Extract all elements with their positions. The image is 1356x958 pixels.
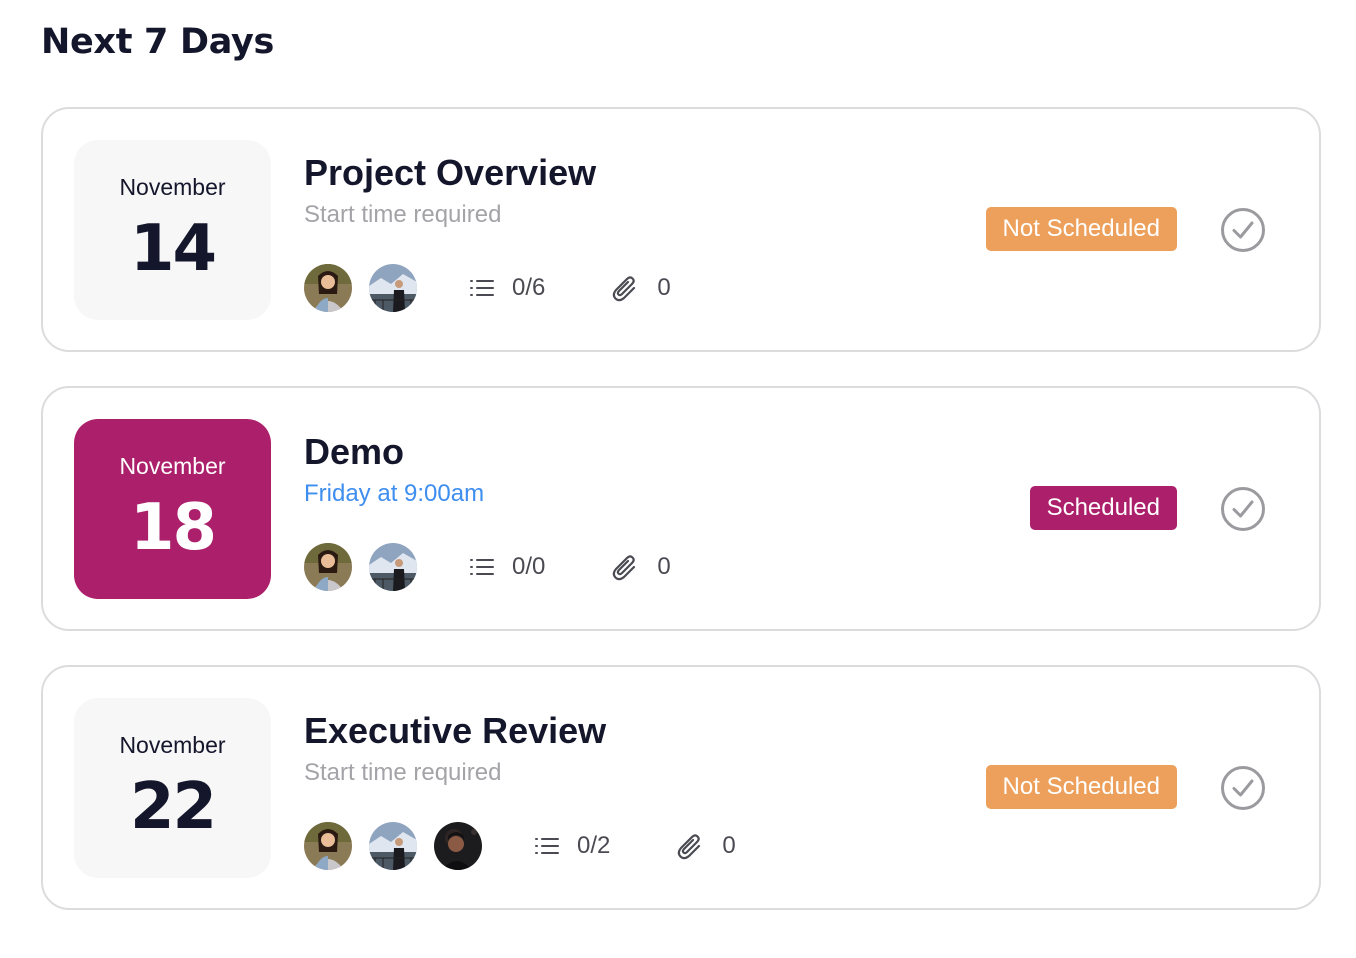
avatar[interactable]: [304, 543, 352, 591]
avatar[interactable]: [304, 264, 352, 312]
event-start-time: Start time required: [304, 759, 502, 786]
event-card[interactable]: November 22 Executive Review Start time …: [41, 665, 1321, 910]
date-day: 22: [129, 770, 217, 844]
checklist-icon: [470, 557, 494, 577]
event-meta-row: 0/0 0: [304, 541, 671, 593]
date-month: November: [119, 732, 226, 758]
checklist-count: 0/6: [470, 274, 545, 302]
attachment-value: 0: [722, 832, 736, 859]
date-tile: November 14: [74, 140, 271, 320]
event-title[interactable]: Executive Review: [304, 710, 606, 752]
date-month: November: [119, 453, 226, 479]
paperclip-icon: [611, 553, 639, 581]
paperclip-icon: [676, 832, 704, 860]
avatar[interactable]: [369, 264, 417, 312]
attachment-value: 0: [657, 553, 671, 580]
date-tile: November 18: [74, 419, 271, 599]
paperclip-icon: [611, 274, 639, 302]
event-list: November 14 Project Overview Start time …: [41, 107, 1321, 944]
event-card[interactable]: November 18 Demo Friday at 9:00am 0/0 0 …: [41, 386, 1321, 631]
attachment-count: 0: [676, 832, 736, 860]
date-day: 18: [129, 491, 217, 565]
status-badge[interactable]: Scheduled: [1029, 486, 1177, 530]
attachment-value: 0: [657, 274, 671, 301]
status-badge[interactable]: Not Scheduled: [985, 207, 1177, 251]
checklist-value: 0/0: [512, 553, 546, 580]
check-circle-icon: [1221, 487, 1265, 531]
mark-complete-button[interactable]: [1220, 207, 1266, 253]
mark-complete-button[interactable]: [1220, 765, 1266, 811]
avatar[interactable]: [304, 822, 352, 870]
avatar[interactable]: [369, 543, 417, 591]
event-card[interactable]: November 14 Project Overview Start time …: [41, 107, 1321, 352]
page-title: Next 7 Days: [41, 22, 275, 62]
date-month: November: [119, 174, 226, 200]
checklist-count: 0/2: [535, 832, 610, 860]
check-circle-icon: [1221, 208, 1265, 252]
mark-complete-button[interactable]: [1220, 486, 1266, 532]
date-day: 14: [129, 212, 217, 286]
checklist-value: 0/2: [577, 832, 611, 859]
avatar[interactable]: [434, 822, 482, 870]
date-tile: November 22: [74, 698, 271, 878]
checklist-icon: [535, 836, 559, 856]
avatar[interactable]: [369, 822, 417, 870]
event-meta-row: 0/6 0: [304, 262, 671, 314]
checklist-value: 0/6: [512, 274, 546, 301]
check-circle-icon: [1221, 766, 1265, 810]
checklist-icon: [470, 278, 494, 298]
event-title[interactable]: Project Overview: [304, 152, 596, 194]
event-meta-row: 0/2 0: [304, 820, 736, 872]
event-start-time: Friday at 9:00am: [304, 480, 485, 507]
attachment-count: 0: [611, 553, 671, 581]
attachment-count: 0: [611, 274, 671, 302]
checklist-count: 0/0: [470, 553, 545, 581]
status-badge[interactable]: Not Scheduled: [985, 765, 1177, 809]
event-start-time: Start time required: [304, 201, 502, 228]
event-title[interactable]: Demo: [304, 431, 404, 473]
